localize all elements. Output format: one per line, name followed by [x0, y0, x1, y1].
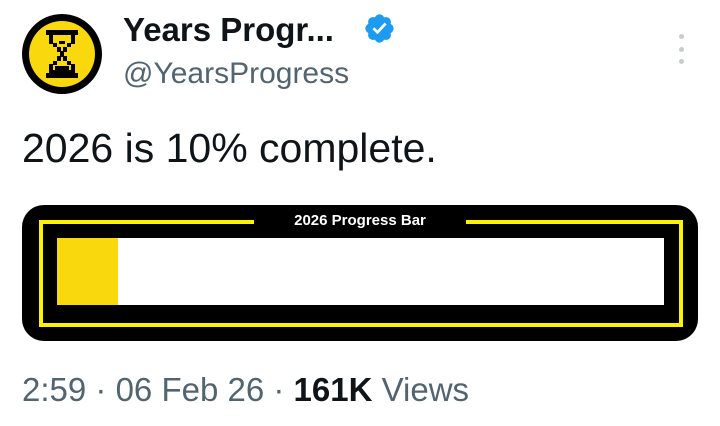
verified-badge-icon[interactable]	[363, 12, 396, 45]
tweet-meta: 2:59 · 06 Feb 26 · 161K Views	[22, 368, 469, 412]
tweet-text: 2026 is 10% complete.	[22, 125, 437, 171]
hourglass-icon	[29, 21, 95, 87]
more-options-icon[interactable]	[672, 34, 690, 64]
progress-fill	[57, 238, 118, 305]
progress-bar-caption: 2026 Progress Bar	[254, 211, 466, 231]
views-count[interactable]: 161K	[294, 371, 373, 408]
separator: ·	[95, 371, 107, 408]
views-label: Views	[381, 371, 470, 408]
separator: ·	[273, 371, 285, 408]
avatar[interactable]	[22, 14, 102, 94]
display-name[interactable]: Years Progr...	[123, 10, 334, 50]
tweet-time[interactable]: 2:59	[22, 371, 86, 408]
progress-bar-image[interactable]: 2026 Progress Bar	[22, 205, 698, 341]
handle[interactable]: @YearsProgress	[123, 55, 349, 93]
progress-track	[57, 238, 664, 305]
tweet-date[interactable]: 06 Feb 26	[116, 371, 265, 408]
